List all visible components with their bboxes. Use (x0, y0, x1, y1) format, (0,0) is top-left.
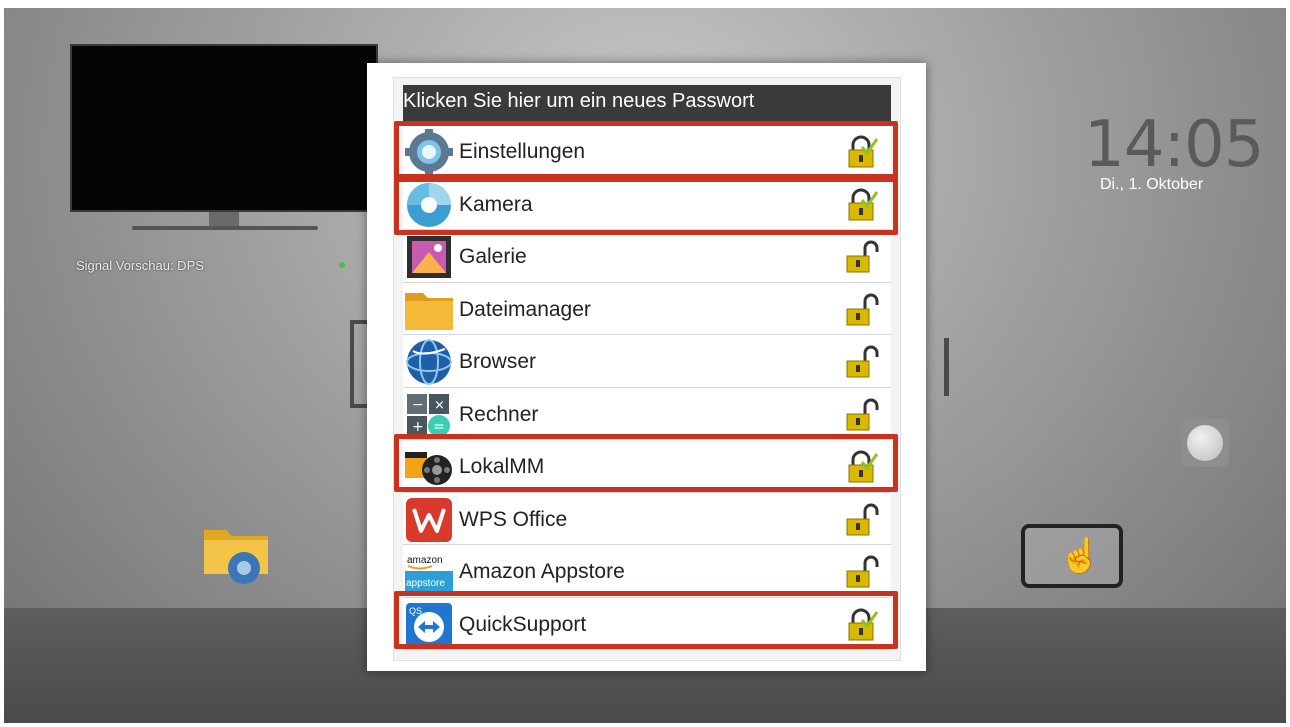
app-name: Galerie (459, 245, 527, 268)
app-name: WPS Office (459, 507, 568, 531)
app-list: Einstellungen Kamera Galerie Dateimanage… (403, 125, 891, 650)
folder-icon (405, 287, 453, 333)
svg-text:+: + (412, 419, 424, 435)
app-name: Einstellungen (459, 140, 586, 163)
app-name: Browser (459, 350, 537, 373)
app-name: Dateimanager (459, 297, 591, 321)
svg-text:QS: QS (409, 606, 422, 616)
app-row-galerie[interactable]: Galerie (403, 230, 891, 283)
app-name: LokalMM (459, 455, 545, 478)
signal-preview[interactable] (70, 44, 378, 212)
globe-icon (405, 339, 453, 385)
lock-open-icon[interactable] (845, 555, 879, 589)
date: Di., 1. Oktober (1100, 176, 1204, 193)
settings-gear-icon (405, 129, 453, 175)
svg-text:×: × (434, 398, 445, 413)
new-password-banner-text: Klicken Sie hier um ein neues Passwort (403, 90, 755, 112)
app-name: Amazon Appstore (459, 560, 625, 583)
calculator-icon: − × + = (405, 392, 453, 438)
lock-closed-check-icon[interactable] (845, 450, 879, 484)
tv-neck (209, 212, 239, 226)
app-row-kamera[interactable]: Kamera (403, 177, 891, 230)
app-row-browser[interactable]: Browser (403, 335, 891, 388)
film-reel-icon (405, 444, 453, 490)
app-name: Rechner (459, 402, 539, 426)
app-row-quicksupport[interactable]: QS QuickSupport (403, 597, 891, 650)
home-button[interactable] (1181, 419, 1229, 467)
gallery-icon (405, 234, 453, 280)
app-row-amazon-appstore[interactable]: amazon appstore Amazon Appstore (403, 545, 891, 598)
svg-text:appstore: appstore (406, 578, 445, 589)
lock-open-icon[interactable] (845, 240, 879, 274)
lock-closed-check-icon[interactable] (845, 135, 879, 169)
app-name: QuickSupport (459, 612, 587, 636)
clock: 14:05 (1084, 108, 1264, 182)
signal-label: Signal Vorschau: DPS (76, 258, 204, 273)
lock-open-icon[interactable] (845, 345, 879, 379)
signal-status-dot (339, 262, 345, 268)
file-manager-tile-label[interactable]: Dateimanager (180, 608, 293, 629)
lock-open-icon[interactable] (845, 503, 879, 537)
svg-text:=: = (433, 419, 445, 435)
lock-open-icon[interactable] (845, 293, 879, 327)
tv-stand (132, 226, 318, 230)
quicksupport-icon: QS (405, 602, 453, 648)
file-manager-tile-icon[interactable] (200, 520, 276, 590)
app-row-rechner[interactable]: − × + = Rechner (403, 387, 891, 440)
amazon-appstore-icon: amazon appstore (405, 549, 453, 595)
svg-text:amazon: amazon (407, 555, 443, 566)
digital-board-tile-icon[interactable]: ☝ (1021, 524, 1123, 588)
app-row-wps-office[interactable]: WPS Office (403, 492, 891, 545)
lock-closed-check-icon[interactable] (845, 188, 879, 222)
app-row-dateimanager[interactable]: Dateimanager (403, 282, 891, 335)
new-password-banner[interactable]: Klicken Sie hier um ein neues Passwort (403, 85, 891, 123)
lock-open-icon[interactable] (845, 398, 879, 432)
app-row-einstellungen[interactable]: Einstellungen (403, 125, 891, 178)
app-name: Kamera (459, 192, 533, 216)
lock-closed-check-icon[interactable] (845, 608, 879, 642)
wps-office-icon (405, 497, 453, 543)
touch-hand-icon: ☝ (1059, 537, 1102, 575)
camera-lens-icon (405, 182, 453, 228)
digital-board-tile-label[interactable]: DigitaleTafel (1017, 608, 1115, 629)
app-row-lokalmm[interactable]: LokalMM (403, 440, 891, 493)
bg-decoration-bar (944, 338, 949, 396)
svg-text:−: − (412, 397, 424, 413)
